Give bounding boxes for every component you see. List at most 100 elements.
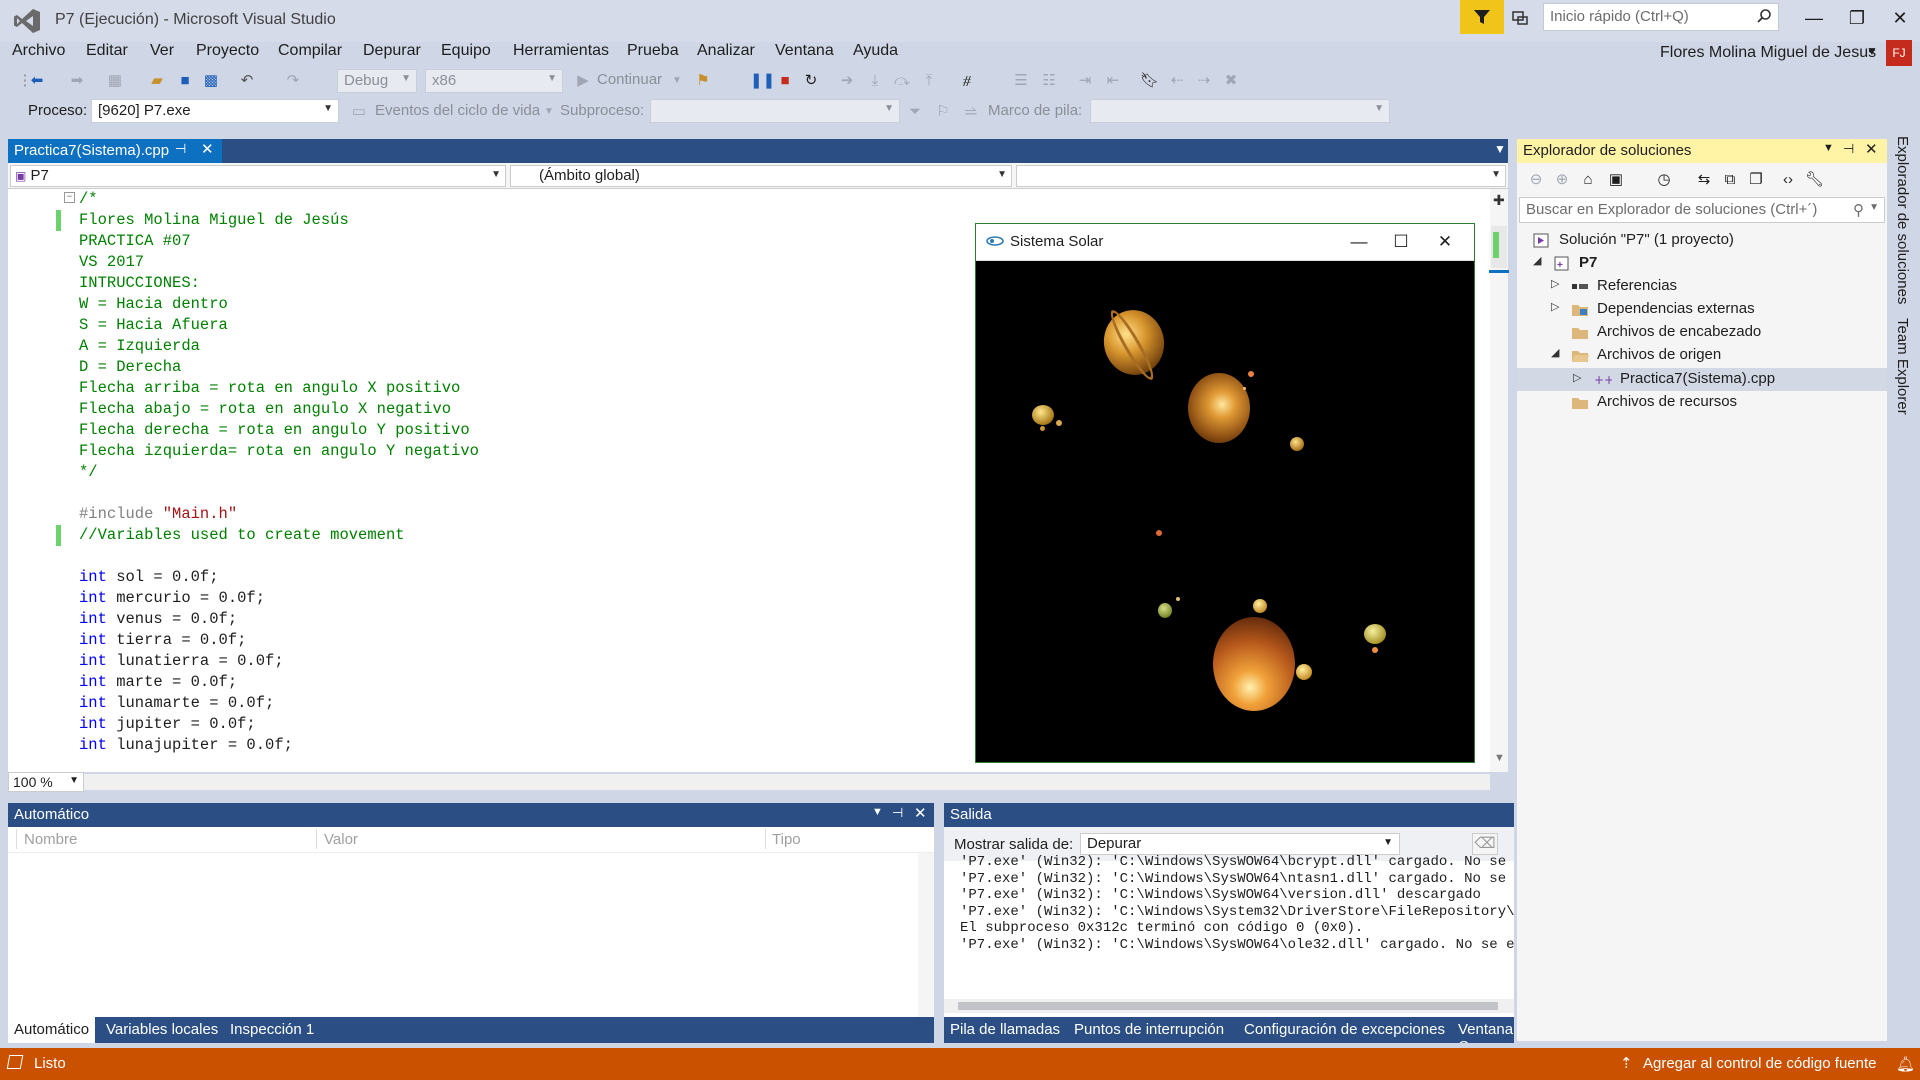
tab-ventana-c[interactable]: Ventana C — [1452, 1017, 1514, 1043]
tree-external-deps[interactable]: Dependencias externas — [1571, 300, 1755, 317]
tab-practica7-cpp[interactable]: Practica7(Sistema).cpp ⊣ ✕ — [8, 139, 222, 163]
chevron-down-icon[interactable]: ▼ — [1869, 202, 1879, 213]
output-panel-header[interactable]: Salida — [944, 803, 1514, 827]
menu-equipo[interactable]: Equipo — [441, 42, 491, 60]
continue-button[interactable]: Continuar — [597, 71, 662, 88]
stop-icon[interactable]: ■ — [776, 72, 794, 90]
sistema-solar-window[interactable]: Sistema Solar — ☐ ✕ — [975, 223, 1475, 763]
autos-panel-header[interactable]: Automático ▼ ⊣ ✕ — [8, 803, 934, 827]
forward-icon[interactable]: ➡ — [68, 72, 86, 90]
prev-bookmark-icon[interactable]: ⇠ — [1168, 72, 1186, 90]
tree-practica7-cpp[interactable]: ▷ ++ Practica7(Sistema).cpp — [1517, 368, 1887, 391]
tab-inspeccion-1[interactable]: Inspección 1 — [224, 1017, 320, 1043]
menu-analizar[interactable]: Analizar — [697, 42, 755, 60]
close-icon[interactable]: ✕ — [914, 804, 927, 822]
menu-editar[interactable]: Editar — [86, 42, 128, 60]
save-icon[interactable]: ■ — [176, 72, 194, 90]
pending-changes-icon[interactable]: ◷ — [1655, 171, 1673, 189]
close-tab-icon[interactable]: ✕ — [201, 140, 214, 158]
tree-project-p7[interactable]: + P7 — [1553, 254, 1597, 271]
view-code-icon[interactable]: ‹› — [1779, 171, 1797, 189]
filter-icon[interactable]: ⏷ — [906, 103, 924, 121]
home-icon[interactable]: ⌂ — [1579, 171, 1597, 189]
user-avatar[interactable]: FJ — [1886, 40, 1912, 66]
tab-pila-de-llamadas[interactable]: Pila de llamadas — [944, 1017, 1066, 1043]
pin-icon[interactable]: ⊣ — [1843, 141, 1854, 157]
app-maximize-button[interactable]: ☐ — [1386, 230, 1416, 254]
user-name[interactable]: Flores Molina Miguel de Jesus — [1660, 44, 1876, 62]
zoom-select[interactable]: 100 % ▼ — [8, 772, 84, 792]
pause-icon[interactable]: ❚❚ — [750, 72, 775, 90]
menu-ver[interactable]: Ver — [150, 42, 174, 60]
forward-icon[interactable]: ⊕ — [1553, 171, 1571, 189]
close-button[interactable]: ✕ — [1883, 6, 1917, 30]
app-title-bar[interactable]: Sistema Solar — ☐ ✕ — [976, 224, 1474, 261]
output-source-select[interactable]: Depurar ▼ — [1080, 833, 1400, 855]
step-over-icon[interactable]: ⤼ — [893, 72, 911, 90]
split-window-icon[interactable]: ✚ — [1493, 192, 1505, 209]
menu-ayuda[interactable]: Ayuda — [853, 42, 898, 60]
expand-arrow-icon[interactable]: ▷ — [1573, 371, 1581, 384]
project-nav-select[interactable]: ▣ P7 ▼ — [10, 165, 506, 187]
notifications-button[interactable] — [1508, 6, 1532, 30]
tree-resource-files[interactable]: Archivos de recursos — [1571, 393, 1737, 410]
tab-variables-locales[interactable]: Variables locales — [100, 1017, 224, 1043]
sync-icon[interactable]: ⇆ — [1695, 171, 1713, 189]
collapse-arrow-icon[interactable]: ◢ — [1533, 254, 1541, 267]
expand-arrow-icon[interactable]: ▷ — [1551, 300, 1559, 313]
opengl-viewport[interactable] — [976, 261, 1474, 763]
chevron-down-icon[interactable]: ▼ — [872, 806, 883, 818]
notifications-bell-icon[interactable]: 🔔︎ — [1896, 1055, 1915, 1073]
step-into-icon[interactable]: ⤓ — [866, 72, 884, 90]
solution-explorer-header[interactable]: Explorador de soluciones ▼ ⊣ ✕ — [1517, 139, 1887, 163]
collapse-region-icon[interactable]: − — [64, 192, 75, 203]
thread-select[interactable]: ▼ — [650, 99, 900, 123]
hex-display-icon[interactable]: ⧣ — [958, 72, 976, 90]
tree-solution[interactable]: Solución "P7" (1 proyecto) — [1533, 231, 1734, 248]
menu-depurar[interactable]: Depurar — [363, 42, 421, 60]
app-minimize-button[interactable]: — — [1344, 230, 1374, 254]
comment-icon[interactable]: ☰ — [1012, 72, 1030, 90]
indent-icon[interactable]: ⇥ — [1076, 72, 1094, 90]
minimize-button[interactable]: — — [1797, 6, 1831, 30]
tab-puntos-de-interrupcion[interactable]: Puntos de interrupción — [1068, 1017, 1230, 1043]
menu-proyecto[interactable]: Proyecto — [196, 42, 259, 60]
scope-nav-select[interactable]: (Ámbito global) ▼ — [510, 165, 1012, 187]
show-all-files-icon[interactable]: ❐ — [1747, 171, 1765, 189]
step-out-icon[interactable]: ⤒ — [920, 72, 938, 90]
quick-launch-input[interactable]: Inicio rápido (Ctrl+Q) — [1543, 3, 1779, 31]
redo-icon[interactable]: ↷ — [284, 72, 302, 90]
tab-configuracion-excepciones[interactable]: Configuración de excepciones — [1238, 1017, 1451, 1043]
col-nombre[interactable]: Nombre — [24, 831, 77, 848]
side-tab-solution-explorer[interactable]: Explorador de soluciones — [1894, 136, 1911, 304]
collapse-arrow-icon[interactable]: ◢ — [1551, 346, 1559, 359]
flag-thread-icon[interactable]: ⚐ — [934, 103, 952, 121]
save-all-icon[interactable]: ▩ — [202, 72, 220, 90]
menu-ventana[interactable]: Ventana — [775, 42, 834, 60]
menu-prueba[interactable]: Prueba — [627, 42, 679, 60]
properties-icon[interactable]: 🔧︎ — [1805, 171, 1824, 189]
expand-arrow-icon[interactable]: ▷ — [1551, 277, 1559, 290]
back-icon[interactable]: ⊖ — [1527, 171, 1545, 189]
restart-icon[interactable]: ↻ — [802, 72, 820, 90]
col-tipo[interactable]: Tipo — [772, 831, 801, 848]
side-tab-team-explorer[interactable]: Team Explorer — [1894, 318, 1911, 415]
member-nav-select[interactable]: ▼ — [1016, 165, 1506, 187]
editor-horizontal-scrollbar[interactable] — [84, 774, 1490, 790]
bookmark-icon[interactable]: 🔖︎ — [1140, 72, 1159, 90]
clear-all-icon[interactable]: ⌫ — [1472, 833, 1498, 855]
collapse-all-icon[interactable]: ⧉ — [1721, 171, 1739, 189]
uncomment-icon[interactable]: ☷ — [1040, 72, 1058, 90]
pin-icon[interactable]: ⊣ — [175, 141, 186, 157]
switch-views-icon[interactable]: ▣ — [1607, 171, 1625, 189]
editor-vertical-scrollbar[interactable] — [1490, 189, 1508, 772]
pin-icon[interactable]: ⊣ — [892, 805, 903, 821]
restore-button[interactable]: ❐ — [1840, 6, 1874, 30]
menu-herramientas[interactable]: Herramientas — [513, 42, 609, 60]
lifecycle-events-button[interactable]: Eventos del ciclo de vida — [375, 102, 540, 119]
scroll-down-icon[interactable]: ▼ — [1494, 752, 1505, 764]
tree-header-files[interactable]: Archivos de encabezado — [1571, 323, 1761, 340]
tree-references[interactable]: Referencias — [1571, 277, 1677, 294]
output-horizontal-scrollbar[interactable] — [944, 999, 1514, 1013]
menu-archivo[interactable]: Archivo — [12, 42, 65, 60]
